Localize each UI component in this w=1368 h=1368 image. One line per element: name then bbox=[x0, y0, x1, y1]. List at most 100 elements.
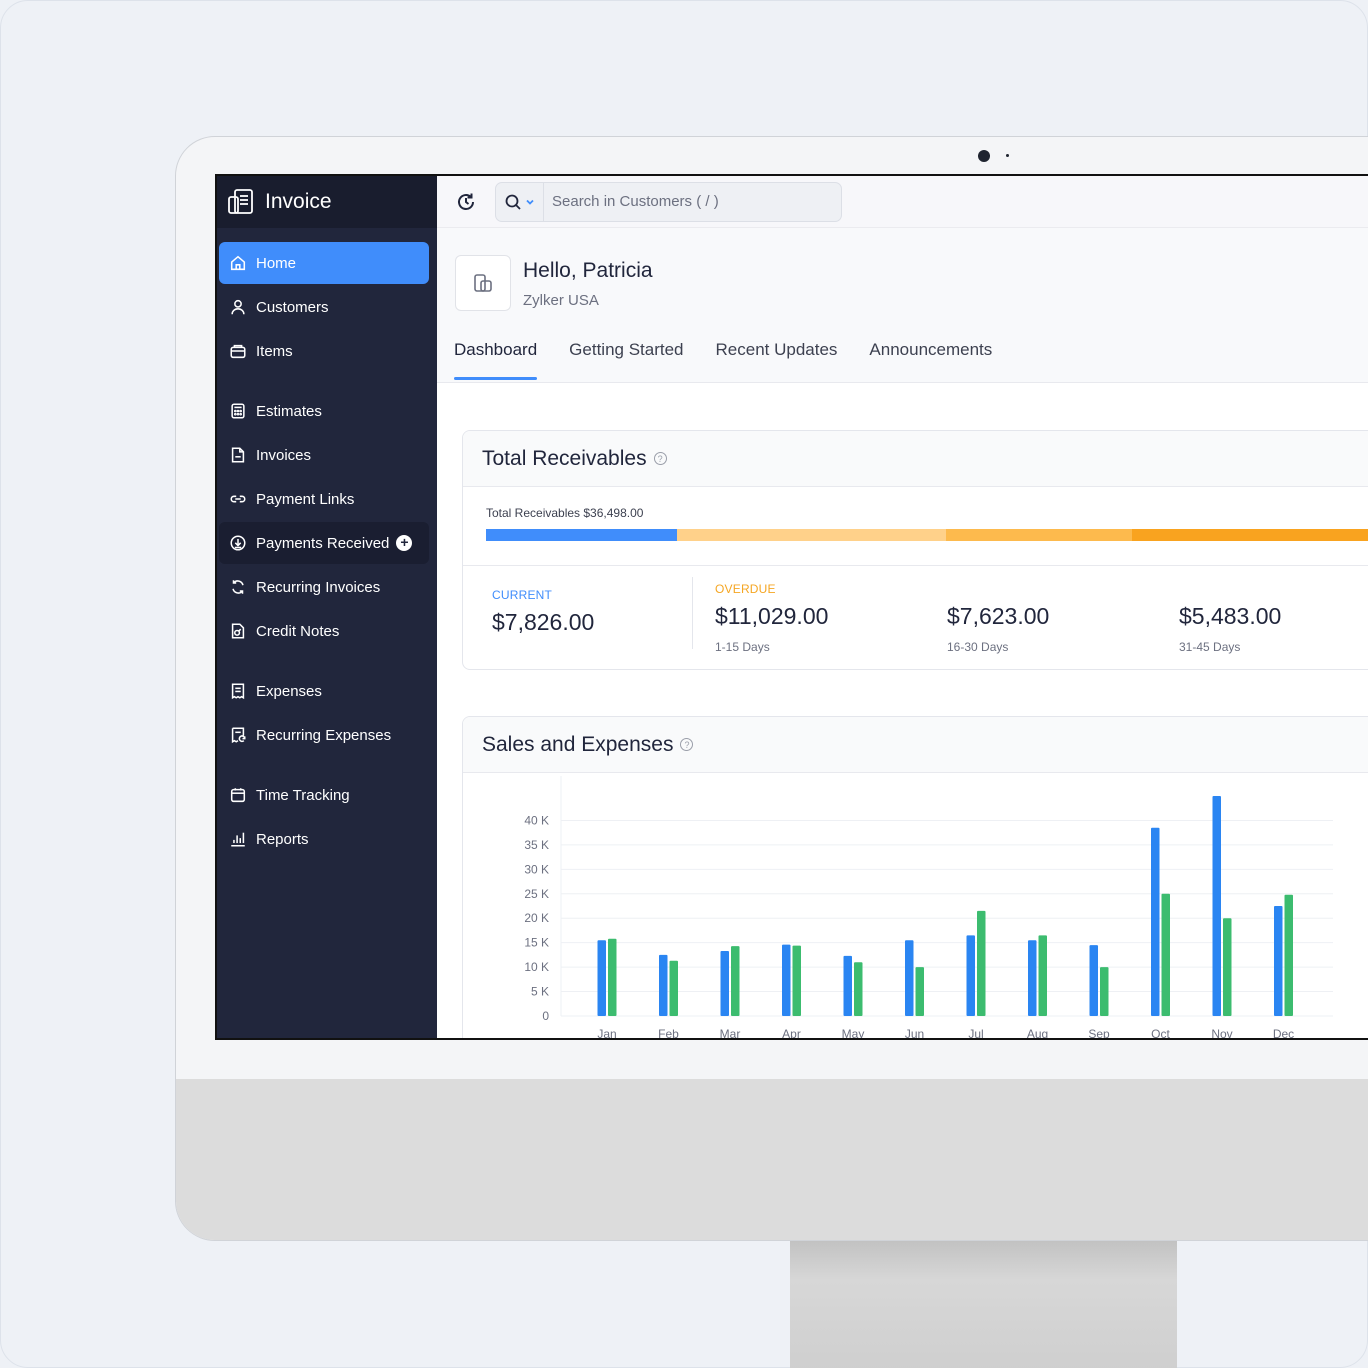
sales-bar bbox=[1212, 796, 1221, 1016]
credit-note-icon bbox=[231, 623, 245, 639]
overdue-segment-3[interactable] bbox=[1131, 529, 1368, 541]
y-tick-label: 0 bbox=[542, 1009, 549, 1023]
current-segment[interactable] bbox=[486, 529, 677, 541]
sidebar-item-label: Recurring Invoices bbox=[256, 578, 381, 596]
x-tick-label: Dec bbox=[1273, 1027, 1294, 1040]
search-icon bbox=[505, 194, 521, 210]
monitor-stand bbox=[790, 1241, 1177, 1368]
recurring-receipt-icon bbox=[231, 727, 246, 744]
card-header: Total Receivables ? bbox=[463, 431, 1368, 487]
sidebar-item-customers[interactable]: Customers bbox=[219, 286, 429, 328]
expenses-bar bbox=[1284, 894, 1293, 1016]
x-tick-label: Mar bbox=[720, 1027, 741, 1040]
sidebar-item-label: Time Tracking bbox=[256, 786, 350, 804]
y-tick-label: 5 K bbox=[531, 985, 549, 999]
card-title: Total Receivables bbox=[482, 446, 647, 470]
sidebar-item-expenses[interactable]: Expenses bbox=[219, 670, 429, 712]
sidebar-item-label: Payment Links bbox=[256, 490, 355, 508]
tab-getting-started[interactable]: Getting Started bbox=[569, 340, 683, 380]
y-tick-label: 30 K bbox=[524, 862, 549, 876]
sidebar-item-label: Credit Notes bbox=[256, 622, 340, 640]
tab-dashboard[interactable]: Dashboard bbox=[454, 340, 538, 380]
search-bar bbox=[495, 181, 842, 222]
expenses-bar bbox=[1038, 935, 1047, 1016]
y-tick-label: 40 K bbox=[524, 813, 549, 827]
sidebar-item-recurring-invoices[interactable]: Recurring Invoices bbox=[219, 566, 429, 608]
expenses-bar bbox=[669, 960, 678, 1016]
expenses-bar bbox=[1100, 967, 1109, 1016]
overdue-range: 1-15 Days bbox=[715, 640, 770, 654]
recent-history-icon[interactable] bbox=[455, 191, 477, 213]
sidebar-item-label: Home bbox=[256, 254, 297, 272]
sales-bar bbox=[966, 935, 975, 1016]
sales-bar bbox=[597, 940, 606, 1016]
overdue-stat-3[interactable]: $5,483.00 31-45 Days bbox=[1179, 582, 1281, 654]
dashboard-header: Hello, Patricia Zylker USA Dashboard Get… bbox=[437, 228, 1368, 383]
sidebar-item-time-tracking[interactable]: Time Tracking bbox=[219, 774, 429, 816]
help-icon[interactable]: ? bbox=[680, 738, 694, 751]
overdue-segment-2[interactable] bbox=[945, 529, 1132, 541]
help-icon[interactable]: ? bbox=[653, 452, 667, 465]
organization-logo[interactable] bbox=[455, 255, 511, 311]
sidebar-item-label: Estimates bbox=[256, 402, 322, 420]
sidebar-item-items[interactable]: Items bbox=[219, 330, 429, 372]
tab-recent-updates[interactable]: Recent Updates bbox=[716, 340, 838, 380]
overdue-stat-1[interactable]: OVERDUE $11,029.00 1-15 Days bbox=[715, 582, 828, 654]
sales-bar bbox=[1151, 827, 1160, 1016]
receivables-bar bbox=[486, 529, 1368, 541]
sidebar-item-credit-notes[interactable]: Credit Notes bbox=[219, 610, 429, 652]
sidebar-item-payments-received[interactable]: Payments Received + bbox=[219, 522, 429, 564]
sidebar-item-home[interactable]: Home bbox=[219, 242, 429, 284]
overdue-amount: $11,029.00 bbox=[715, 603, 829, 629]
app-screen: Invoice Home Customers Items Estimates I… bbox=[215, 174, 1368, 1040]
sales-bar bbox=[905, 940, 914, 1016]
add-payment-icon[interactable]: + bbox=[396, 535, 413, 551]
overdue-segment-1[interactable] bbox=[676, 529, 946, 541]
sidebar-item-invoices[interactable]: Invoices bbox=[219, 434, 429, 476]
expenses-bar bbox=[731, 946, 740, 1016]
x-tick-label: Feb bbox=[658, 1027, 679, 1040]
brand[interactable]: Invoice bbox=[217, 176, 437, 228]
sidebar-item-recurring-expenses[interactable]: Recurring Expenses bbox=[219, 714, 429, 756]
sidebar: Invoice Home Customers Items Estimates I… bbox=[217, 176, 437, 1038]
total-receivables-label: Total Receivables $36,498.00 bbox=[486, 506, 644, 520]
invoice-logo-icon bbox=[228, 189, 253, 214]
x-tick-label: Jan bbox=[597, 1027, 616, 1040]
sales-bar bbox=[659, 954, 668, 1016]
x-tick-label: Oct bbox=[1151, 1027, 1170, 1040]
app-name: Invoice bbox=[265, 190, 332, 213]
bar-chart-icon bbox=[231, 832, 245, 847]
expenses-bar bbox=[977, 910, 986, 1016]
sidebar-item-label: Invoices bbox=[256, 446, 312, 464]
current-stat[interactable]: CURRENT $7,826.00 bbox=[492, 588, 594, 636]
home-icon bbox=[230, 255, 246, 271]
overdue-amount: $5,483.00 bbox=[1179, 603, 1282, 629]
bar-chart: 0 5 K 10 K 15 K 20 K 25 K 30 K 35 K 40 K Jan Feb Ma… bbox=[524, 776, 1333, 1040]
sidebar-item-reports[interactable]: Reports bbox=[219, 818, 429, 860]
search-input[interactable] bbox=[544, 193, 824, 210]
search-scope-dropdown[interactable] bbox=[496, 182, 544, 221]
x-tick-label: Apr bbox=[782, 1027, 801, 1040]
sales-expenses-chart: 0 5 K 10 K 15 K 20 K 25 K 30 K 35 K 40 K Jan Feb Ma… bbox=[463, 774, 1368, 1040]
x-tick-label: Jul bbox=[968, 1027, 983, 1040]
overdue-caption: OVERDUE bbox=[715, 582, 776, 596]
expenses-bar bbox=[1223, 918, 1232, 1016]
sidebar-item-payment-links[interactable]: Payment Links bbox=[219, 478, 429, 520]
expenses-bar bbox=[792, 945, 801, 1016]
overdue-stat-2[interactable]: $7,623.00 16-30 Days bbox=[947, 582, 1049, 654]
download-icon bbox=[230, 535, 246, 551]
expenses-bar bbox=[608, 938, 617, 1016]
chevron-down-icon bbox=[526, 199, 534, 205]
dashboard-tabs: Dashboard Getting Started Recent Updates… bbox=[454, 340, 1024, 380]
calendar-icon bbox=[230, 788, 246, 803]
sidebar-item-label: Reports bbox=[256, 830, 309, 848]
x-tick-label: May bbox=[842, 1027, 865, 1040]
tab-announcements[interactable]: Announcements bbox=[869, 340, 992, 380]
y-tick-label: 35 K bbox=[524, 838, 549, 852]
x-tick-label: Aug bbox=[1027, 1027, 1048, 1040]
card-header: Sales and Expenses ? bbox=[463, 717, 1368, 773]
x-tick-label: Nov bbox=[1211, 1027, 1232, 1040]
sidebar-item-estimates[interactable]: Estimates bbox=[219, 390, 429, 432]
y-tick-label: 25 K bbox=[524, 887, 549, 901]
sidebar-nav: Home Customers Items Estimates Invoices bbox=[217, 228, 437, 860]
